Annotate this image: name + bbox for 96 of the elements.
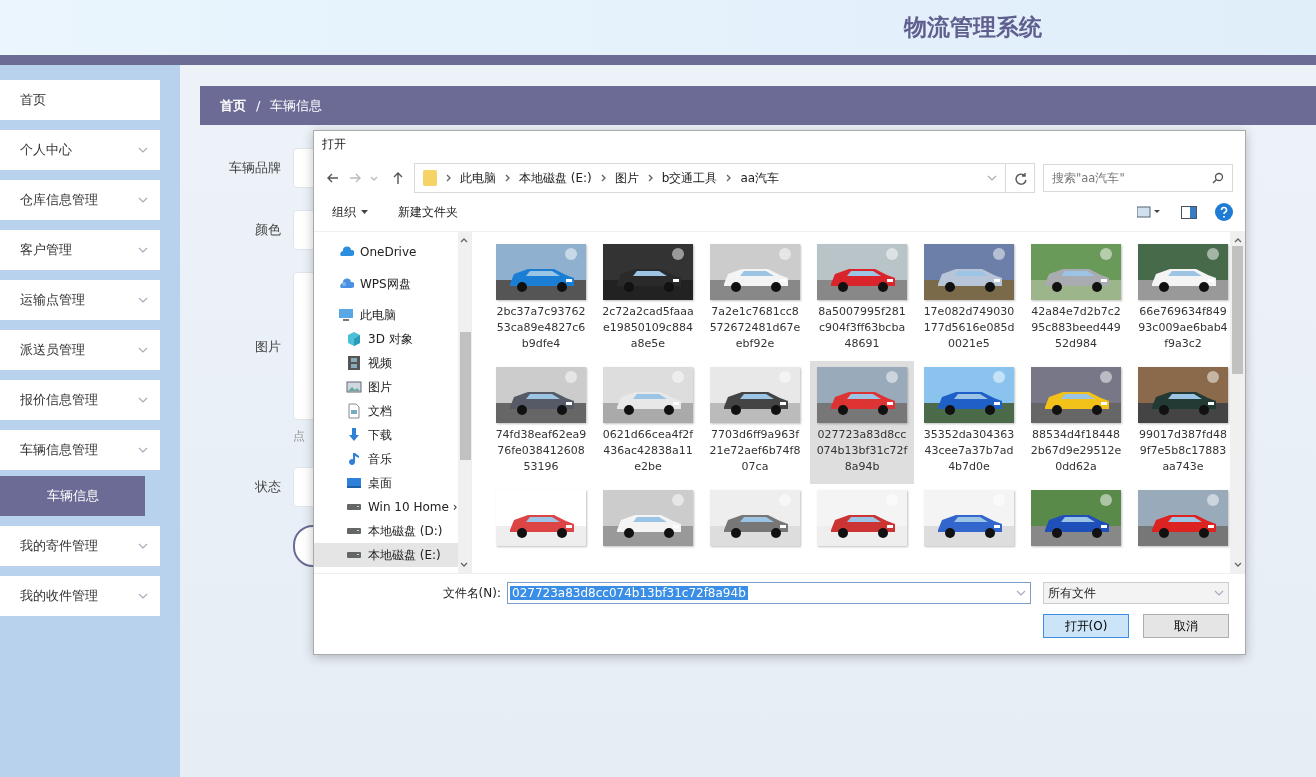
breadcrumb-chevron-icon [726, 174, 732, 182]
field-label: 颜色 [254, 221, 281, 239]
dialog-title: 打开 [321, 136, 347, 153]
sidebar-item[interactable]: 首页 [0, 80, 160, 120]
file-item[interactable]: 027723a83d8cc074b13bf31c72f8a94b [810, 361, 914, 484]
field-label: 图片 [254, 338, 281, 356]
up-arrow-icon[interactable] [392, 171, 404, 185]
file-item[interactable]: 8a5007995f281c904f3ff63bcba48691 [810, 238, 914, 361]
sidebar-item[interactable]: 派送员管理 [0, 330, 160, 370]
organize-menu[interactable]: 组织 [332, 203, 368, 221]
download-icon [346, 427, 362, 443]
path-segment[interactable]: b交通工具 [661, 169, 718, 187]
breadcrumb-link[interactable]: 首页 [220, 96, 246, 115]
search-field[interactable]: 搜索"aa汽车" [1043, 164, 1233, 192]
file-item[interactable]: 99017d387fd489f7e5b8c17883aa743e [1131, 361, 1230, 484]
nav-pane-item[interactable]: OneDrive [314, 240, 458, 264]
nav-pane-item[interactable]: 本地磁盘 (E:) [314, 543, 458, 567]
chevron-icon [987, 175, 997, 181]
path-segment[interactable]: 此电脑 [460, 169, 496, 187]
open-button[interactable]: 打开(O) [1043, 614, 1129, 638]
nav-pane-item[interactable]: 音乐 [314, 447, 458, 471]
nav-pane-item[interactable]: 本地磁盘 (D:) [314, 519, 458, 543]
caret-icon [361, 210, 368, 214]
breadcrumb-chevron-icon [505, 174, 510, 182]
file-item[interactable]: 7703d6ff9a963f21e72aef6b74f807ca [703, 361, 807, 484]
sidebar-subitem[interactable]: 车辆信息 [0, 476, 145, 516]
path-segment[interactable]: 本地磁盘 (E:) [519, 169, 592, 187]
sidebar-item[interactable]: 客户管理 [0, 230, 160, 270]
help-icon[interactable] [1215, 203, 1233, 221]
nav-pane-item[interactable]: 下载 [314, 423, 458, 447]
refresh-icon [1013, 171, 1027, 185]
nav-pane-item[interactable]: Win 10 Home › [314, 495, 458, 519]
drive-icon [346, 503, 362, 511]
field-label: 状态 [254, 478, 281, 496]
chevron-icon [1214, 590, 1224, 596]
sidebar-item[interactable]: 仓库信息管理 [0, 180, 160, 220]
file-item[interactable]: 7a2e1c7681cc8572672481d67eebf92e [703, 238, 807, 361]
filename-label: 文件名(N): [442, 584, 501, 602]
film-icon [346, 355, 362, 371]
scrollbar[interactable] [1230, 232, 1245, 573]
file-item[interactable]: 88534d4f184482b67d9e29512e0dd62a [1024, 361, 1128, 484]
file-item[interactable]: 42a84e7d2b7c295c883beed44952d984 [1024, 238, 1128, 361]
folder-icon [423, 170, 437, 186]
nav-pane-item[interactable]: 桌面 [314, 471, 458, 495]
file-item[interactable]: 2c72a2cad5faaae19850109c884a8e5e [596, 238, 700, 361]
file-type-select[interactable]: 所有文件 [1043, 582, 1229, 604]
scroll-down-icon[interactable] [1233, 562, 1242, 567]
file-item[interactable]: 35352da30436343cee7a37b7ad4b7d0e [917, 361, 1021, 484]
scroll-down-icon[interactable] [460, 562, 469, 567]
scroll-up-icon[interactable] [1233, 238, 1242, 243]
nav-pane-item[interactable]: 视频 [314, 351, 458, 375]
preview-pane-icon[interactable] [1181, 205, 1197, 219]
nav-pane-item[interactable]: WPS网盘 [314, 272, 458, 296]
path-segment[interactable]: 图片 [614, 169, 639, 187]
app-title: 物流管理系统 [904, 13, 1042, 42]
breadcrumb-chevron-icon [647, 174, 653, 182]
breadcrumb-chevron-icon [446, 174, 451, 182]
path-segment[interactable]: aa汽车 [740, 169, 780, 187]
file-item[interactable]: 0621d66cea4f2f436ac42838a11e2be [596, 361, 700, 484]
breadcrumb-separator: / [256, 98, 261, 113]
file-item[interactable]: 74fd38eaf62ea976fe03841260853196 [489, 361, 593, 484]
drive-icon [346, 551, 362, 559]
refresh-button[interactable] [1005, 163, 1035, 193]
chevron-icon [1016, 590, 1026, 596]
scroll-up-icon[interactable] [460, 238, 469, 243]
sidebar-item[interactable]: 车辆信息管理 [0, 430, 160, 470]
breadcrumb-chevron-icon [600, 174, 606, 182]
scrollbar[interactable] [457, 232, 471, 573]
nav-pane-item[interactable]: 图片 [314, 375, 458, 399]
upload-hint: 点 [293, 428, 305, 445]
sidebar-item[interactable]: 我的寄件管理 [0, 526, 160, 566]
music-note-icon [346, 451, 362, 467]
file-item[interactable]: 17e082d749030177d5616e085d0021e5 [917, 238, 1021, 361]
breadcrumb-link[interactable]: 车辆信息 [270, 96, 323, 115]
search-icon [1212, 172, 1224, 184]
document-icon [346, 403, 362, 419]
back-arrow-icon[interactable] [326, 172, 340, 184]
sidebar-item[interactable]: 我的收件管理 [0, 576, 160, 616]
new-folder-button[interactable]: 新建文件夹 [398, 203, 458, 221]
cancel-button[interactable]: 取消 [1143, 614, 1229, 638]
address-bar[interactable]: 此电脑 本地磁盘 (E:) 图片 b交通工具 aa汽车 [414, 163, 1006, 193]
file-item[interactable]: 2bc37a7c9376253ca89e4827c6b9dfe4 [489, 238, 593, 361]
sidebar-item[interactable]: 个人中心 [0, 130, 160, 170]
drive-icon [346, 527, 362, 535]
monitor-icon [338, 307, 354, 323]
view-icon[interactable] [1137, 206, 1163, 218]
sidebar-item[interactable]: 运输点管理 [0, 280, 160, 320]
desktop-icon [346, 475, 362, 491]
file-item[interactable]: 66e769634f84993c009ae6bab4f9a3c2 [1131, 238, 1230, 361]
sidebar-item[interactable]: 报价信息管理 [0, 380, 160, 420]
nav-pane-item[interactable]: 3D 对象 [314, 327, 458, 351]
cube-icon [346, 331, 362, 347]
nav-pane-item[interactable]: 文档 [314, 399, 458, 423]
field-label: 车辆品牌 [228, 159, 281, 177]
image-icon [346, 379, 362, 395]
nav-pane-item[interactable]: 此电脑 [314, 303, 458, 327]
